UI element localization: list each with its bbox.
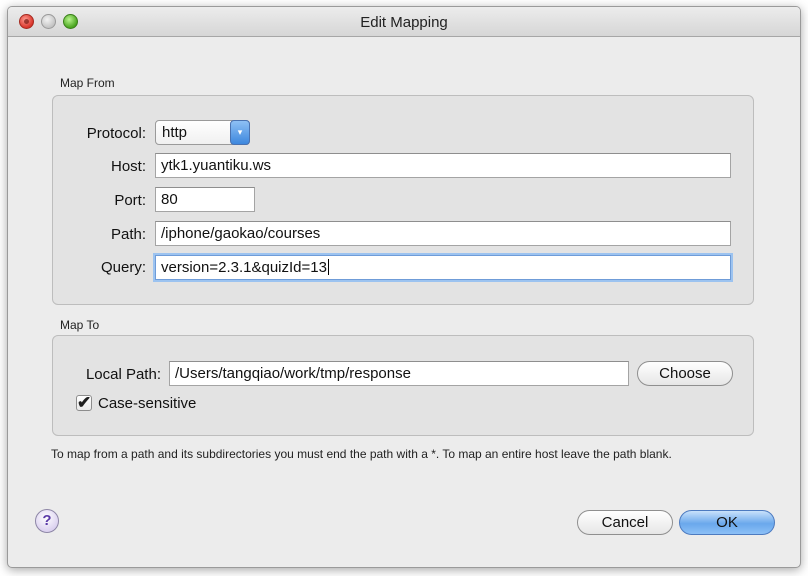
- query-input[interactable]: version=2.3.1&quizId=13: [155, 255, 731, 280]
- mapping-hint-text: To map from a path and its subdirectorie…: [51, 447, 672, 461]
- query-label: Query:: [100, 259, 146, 276]
- path-input[interactable]: /iphone/gaokao/courses: [155, 221, 731, 246]
- updown-arrows-icon: ▾: [230, 120, 250, 145]
- path-label: Path:: [110, 226, 146, 243]
- cancel-button[interactable]: Cancel: [577, 510, 673, 535]
- map-to-label: Map To: [60, 318, 100, 332]
- case-sensitive-label[interactable]: Case-sensitive: [98, 395, 196, 412]
- text-caret: [327, 259, 329, 275]
- local-path-input[interactable]: /Users/tangqiao/work/tmp/response: [169, 361, 629, 386]
- protocol-select[interactable]: http ▾: [155, 120, 250, 145]
- case-sensitive-checkbox[interactable]: ✔: [76, 394, 92, 411]
- help-button[interactable]: ?: [35, 509, 59, 533]
- host-label: Host:: [110, 158, 146, 175]
- protocol-label: Protocol:: [86, 125, 146, 142]
- edit-mapping-dialog: Edit Mapping Map From Protocol: http ▾ H…: [7, 6, 801, 568]
- title-bar[interactable]: Edit Mapping: [8, 7, 800, 37]
- window-title: Edit Mapping: [360, 14, 448, 31]
- choose-button[interactable]: Choose: [637, 361, 733, 386]
- port-label: Port:: [114, 192, 146, 209]
- host-input[interactable]: ytk1.yuantiku.ws: [155, 153, 731, 178]
- ok-button[interactable]: OK: [679, 510, 775, 535]
- protocol-value: http: [162, 124, 188, 141]
- query-value: version=2.3.1&quizId=13: [161, 259, 327, 276]
- local-path-label: Local Path:: [85, 366, 161, 383]
- port-input[interactable]: 80: [155, 187, 255, 212]
- map-from-label: Map From: [60, 76, 115, 90]
